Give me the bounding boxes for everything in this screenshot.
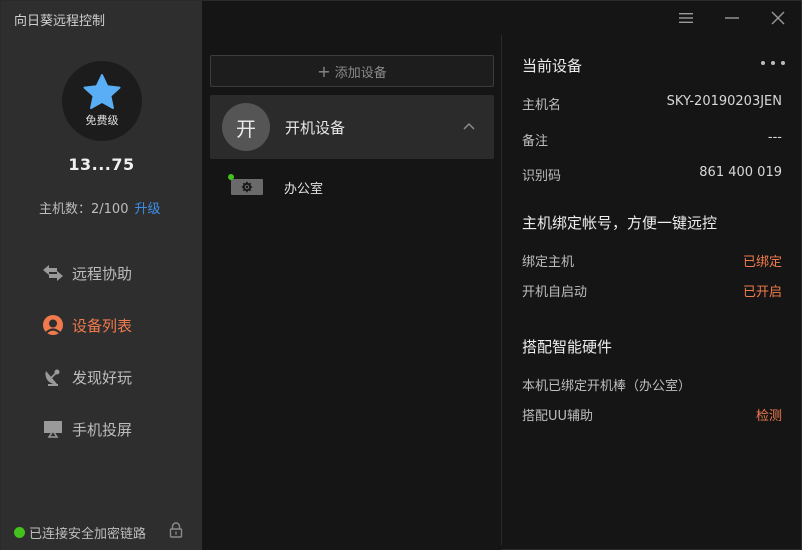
tier-label: 免费级	[85, 114, 119, 127]
device-list-panel: + 添加设备 开 开机设备 办公室	[202, 35, 501, 550]
dot-icon	[761, 61, 765, 65]
app-title: 向日葵远程控制	[14, 14, 106, 29]
connection-status-text: 已连接安全加密链路	[29, 527, 147, 542]
device-name: 办公室	[284, 181, 324, 197]
group-avatar: 开	[222, 103, 270, 151]
minimize-button[interactable]	[709, 1, 755, 35]
sidebar-item-label: 发现好玩	[72, 368, 133, 387]
detail-row-bind-host: 绑定主机 已绑定	[522, 251, 782, 270]
close-icon	[771, 11, 785, 25]
detail-key: 绑定主机	[522, 255, 575, 270]
detail-key: 本机已绑定开机棒（办公室）	[522, 379, 692, 394]
sidebar-item-device-list[interactable]: 设备列表	[42, 299, 202, 351]
chevron-up-icon[interactable]	[462, 119, 476, 133]
detail-key: 搭配UU辅助	[522, 409, 594, 424]
detail-key: 开机自启动	[522, 285, 588, 300]
window-controls	[663, 1, 801, 35]
sidebar-item-label: 手机投屏	[72, 420, 133, 439]
sidebar-item-screen-cast[interactable]: 手机投屏	[42, 403, 202, 455]
sunflower-icon	[42, 314, 64, 336]
plus-icon: +	[317, 61, 331, 81]
list-item[interactable]: 办公室	[210, 167, 494, 207]
app-window: 向日葵远程控制 免费级 13...75 主机数：2/100 升级 远程协助 设备…	[0, 0, 802, 550]
detail-key: 主机名	[522, 98, 562, 113]
menu-button[interactable]	[663, 1, 709, 35]
detail-value: SKY-20190203JEN	[666, 94, 782, 109]
avatar[interactable]: 免费级	[62, 61, 142, 141]
dot-icon	[771, 61, 775, 65]
dot-icon	[781, 61, 785, 65]
detail-row-auto-start: 开机自启动 已开启	[522, 281, 782, 300]
detail-row-power-stick: 本机已绑定开机棒（办公室）	[522, 375, 782, 394]
sidebar: 向日葵远程控制 免费级 13...75 主机数：2/100 升级 远程协助 设备…	[1, 1, 202, 550]
bind-status-link[interactable]: 已绑定	[743, 251, 782, 270]
add-device-label: 添加设备	[334, 65, 387, 81]
sidebar-item-label: 设备列表	[72, 316, 133, 335]
sidebar-item-remote-assist[interactable]: 远程协助	[42, 247, 202, 299]
swap-arrows-icon	[42, 262, 64, 284]
more-options-button[interactable]	[761, 55, 785, 71]
detail-row-remark: 备注 ---	[522, 130, 782, 149]
detail-value: 861 400 019	[699, 165, 782, 180]
add-device-button[interactable]: + 添加设备	[210, 55, 494, 87]
detail-key: 识别码	[522, 169, 562, 184]
close-button[interactable]	[755, 1, 801, 35]
connection-status: 已连接安全加密链路	[14, 523, 146, 542]
device-group-powered-on[interactable]: 开 开机设备	[210, 95, 494, 159]
sidebar-nav: 远程协助 设备列表 发现好玩 手机投屏	[42, 247, 202, 455]
computer-icon	[228, 174, 264, 197]
device-details-panel: 当前设备 主机名 SKY-20190203JEN 备注 --- 识别码 861 …	[502, 35, 802, 550]
host-count: 主机数：2/100 升级	[39, 198, 160, 217]
screen-cast-icon	[42, 418, 64, 440]
bind-section-title: 主机绑定帐号，方便一键远控	[522, 214, 718, 232]
hardware-section-title: 搭配智能硬件	[522, 338, 613, 356]
detail-row-id-code: 识别码 861 400 019	[522, 165, 782, 184]
online-status-dot	[14, 527, 25, 538]
detail-row-uu-assist: 搭配UU辅助 检测	[522, 405, 782, 424]
host-count-text: 主机数：2/100	[39, 202, 129, 217]
auto-start-status-link[interactable]: 已开启	[743, 281, 782, 300]
star-icon	[83, 74, 121, 109]
group-name: 开机设备	[285, 118, 346, 137]
minimize-icon	[725, 17, 739, 19]
detail-row-hostname: 主机名 SKY-20190203JEN	[522, 94, 782, 113]
current-device-title: 当前设备	[522, 57, 583, 75]
detail-key: 备注	[522, 134, 549, 149]
sidebar-item-discover[interactable]: 发现好玩	[42, 351, 202, 403]
upgrade-link[interactable]: 升级	[134, 202, 160, 217]
lock-icon[interactable]	[169, 522, 183, 538]
hamburger-icon	[679, 13, 693, 23]
detect-link[interactable]: 检测	[756, 405, 782, 424]
sidebar-item-label: 远程协助	[72, 264, 133, 283]
detail-value[interactable]: ---	[768, 130, 782, 149]
online-status-dot	[228, 174, 234, 180]
user-id: 13...75	[68, 155, 135, 174]
satellite-dish-icon	[42, 366, 64, 388]
